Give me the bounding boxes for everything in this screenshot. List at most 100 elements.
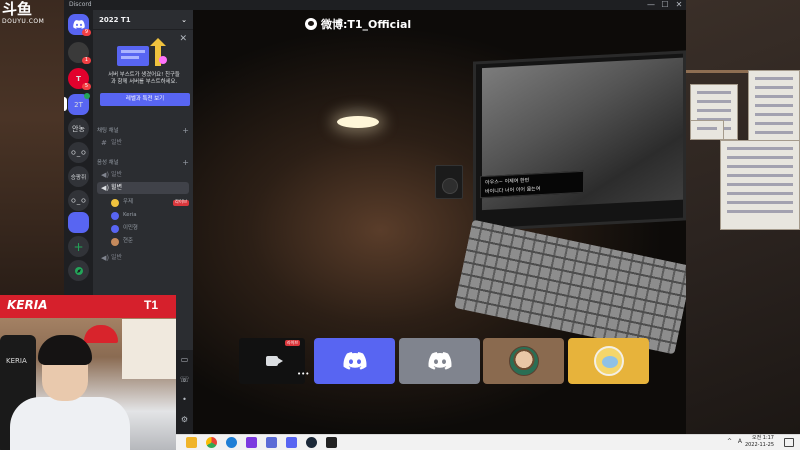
- server-header[interactable]: 2022 T1 ⌄: [93, 10, 193, 30]
- wall-cap: [84, 325, 118, 343]
- webcam-overlay: KERIA KERIA T1: [0, 295, 176, 450]
- speaker-icon: ◀): [101, 171, 110, 179]
- category-label: 음성 채널: [97, 160, 119, 166]
- discord-logo-icon: [72, 20, 85, 29]
- app-name: Discord: [69, 1, 92, 8]
- add-channel-icon[interactable]: +: [182, 158, 189, 168]
- tile-avatar-duck[interactable]: [568, 338, 649, 384]
- window-titlebar: Discord — ☐ ✕: [64, 0, 686, 10]
- user-name: Keria: [123, 212, 137, 218]
- voice-user[interactable]: 이민형: [111, 223, 189, 234]
- more-icon[interactable]: •••: [297, 370, 309, 378]
- settings-gear-icon[interactable]: ⚙: [176, 410, 193, 430]
- voice-user[interactable]: 우제 라이브: [111, 197, 189, 208]
- live-badge: 라이브: [285, 340, 301, 346]
- chrome-icon[interactable]: [206, 437, 217, 448]
- boost-illustration-icon: [117, 38, 167, 66]
- server-seungwoo[interactable]: 승팡쥐: [68, 166, 89, 187]
- compass-icon: [74, 266, 83, 275]
- t1-logo-icon: T: [76, 74, 81, 83]
- app-icon[interactable]: [246, 437, 257, 448]
- tray-expand-icon[interactable]: ^: [727, 438, 732, 445]
- server-name: 2022 T1: [99, 15, 131, 24]
- stream-view[interactable]: 아우스~ 이제여 한번 바이니다 너어 이어 옮는여 微博:T1_Officia…: [193, 10, 686, 434]
- discord-home-button[interactable]: 9: [68, 14, 91, 36]
- user-name: 현준: [123, 238, 133, 244]
- channel-voice-1[interactable]: ◀) 일반: [97, 169, 189, 181]
- channel-label: 힐변: [111, 184, 123, 191]
- server-2t[interactable]: 2T: [68, 93, 90, 115]
- server-oo2[interactable]: ㅇ_ㅇ: [68, 190, 89, 211]
- avatar: [111, 211, 119, 220]
- category-voice-channels[interactable]: 음성 채널 +: [97, 158, 189, 168]
- phone-hangup-icon[interactable]: ☏: [176, 370, 193, 390]
- server-folder[interactable]: [68, 212, 89, 233]
- clock[interactable]: 오전 1:17 2022-11-25: [745, 435, 774, 449]
- live-badge: 라이브: [172, 199, 189, 206]
- discord-taskbar-icon[interactable]: [286, 437, 297, 448]
- category-text-channels[interactable]: 채팅 채널 +: [97, 126, 189, 136]
- selected-indicator: [64, 97, 67, 111]
- notification-icon[interactable]: [784, 438, 794, 447]
- channel-text-general[interactable]: # 일반: [97, 137, 189, 149]
- maximize-button[interactable]: ☐: [658, 0, 672, 10]
- close-window-button[interactable]: ✕: [672, 0, 686, 10]
- stream-preview-tile[interactable]: 라이브 •••: [239, 338, 309, 384]
- camera-icon: [266, 356, 283, 366]
- hash-icon: #: [101, 139, 107, 147]
- badge-count: 1: [82, 57, 91, 64]
- person-shirt: [10, 397, 130, 450]
- input-method-icon[interactable]: A: [738, 438, 742, 445]
- t1-logo: T1: [144, 298, 159, 312]
- add-server-button[interactable]: +: [68, 236, 89, 257]
- lamp-light: [337, 116, 379, 128]
- close-icon[interactable]: ✕: [179, 34, 187, 44]
- avatar: [508, 346, 539, 376]
- avatar: [111, 224, 119, 233]
- avatar: [111, 237, 119, 246]
- weibo-watermark: 微博:T1_Official: [305, 16, 411, 32]
- boost-banner: ✕ 서버 부스트가 생겼어요! 친구들 과 함께 서버를 부스트하세요. 레벨과…: [97, 34, 190, 114]
- name-bar: KERIA T1: [0, 295, 176, 318]
- person-hair: [38, 335, 92, 365]
- duck-avatar-icon: [593, 346, 624, 376]
- game-monitor: 아우스~ 이제여 한번 바이니다 너어 이어 옮는여: [473, 50, 686, 232]
- discord-logo-icon: [428, 352, 452, 370]
- player-name: KERIA: [7, 298, 48, 312]
- voice-user[interactable]: Keria: [111, 210, 189, 221]
- channel-label: 일반: [111, 139, 123, 146]
- tile-discord-1[interactable]: [314, 338, 395, 384]
- mute-dot-icon[interactable]: •: [176, 390, 193, 410]
- wall-note: [748, 70, 800, 150]
- voice-user[interactable]: 현준: [111, 236, 189, 247]
- user-name: 이민형: [123, 225, 138, 231]
- edge-icon[interactable]: [226, 437, 237, 448]
- server-t1[interactable]: T 5: [68, 68, 91, 90]
- explore-servers-button[interactable]: [68, 260, 89, 281]
- channel-voice-3[interactable]: ◀) 일반: [97, 252, 189, 264]
- server-oo1[interactable]: ㅇ_ㅇ: [68, 142, 89, 163]
- boost-text: 서버 부스트가 생겼어요! 친구들 과 함께 서버를 부스트하세요.: [108, 72, 180, 85]
- discord-logo-icon: [343, 352, 367, 370]
- badge-count: 5: [82, 83, 91, 90]
- steam-icon[interactable]: [306, 437, 317, 448]
- game-keyboard: [454, 219, 686, 355]
- channel-voice-active[interactable]: ◀) 힐변: [97, 182, 189, 194]
- weibo-icon: [305, 18, 317, 30]
- file-explorer-icon[interactable]: [186, 437, 197, 448]
- app-icon[interactable]: [326, 437, 337, 448]
- server-annyeong[interactable]: 안농: [68, 118, 89, 139]
- server-icon[interactable]: 1: [68, 42, 91, 64]
- channel-label: 일반: [111, 171, 123, 178]
- app-icon[interactable]: [266, 437, 277, 448]
- desk-speaker: [435, 165, 463, 199]
- tile-discord-2[interactable]: [399, 338, 480, 384]
- speaker-icon: ◀): [101, 184, 110, 192]
- tile-avatar-photo[interactable]: [483, 338, 564, 384]
- add-channel-icon[interactable]: +: [182, 126, 189, 136]
- wall-jersey: [122, 319, 176, 379]
- user-name: 우제: [123, 199, 133, 205]
- view-perks-button[interactable]: 레벨과 특전 보기: [100, 93, 190, 106]
- screen-share-icon[interactable]: ▭: [176, 350, 193, 370]
- minimize-button[interactable]: —: [644, 0, 658, 10]
